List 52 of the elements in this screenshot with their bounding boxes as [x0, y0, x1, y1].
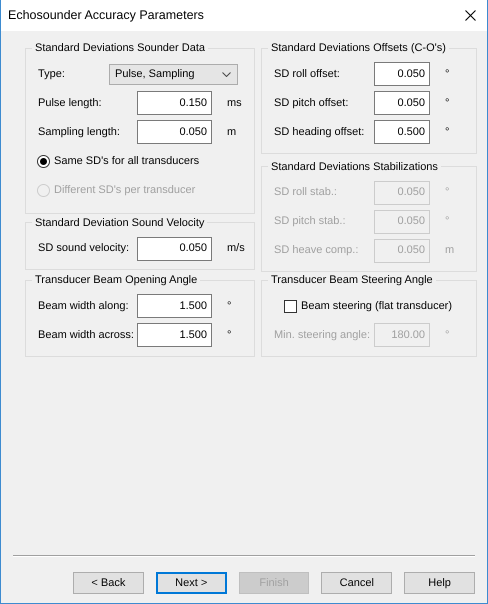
field-label: Beam width along: — [38, 298, 130, 314]
group-title: Transducer Beam Opening Angle — [34, 273, 198, 288]
number-input[interactable]: 1.500 — [137, 294, 212, 318]
field-label: SD pitch stab.: — [274, 214, 347, 230]
chevron-down-icon — [222, 72, 231, 76]
field-label: Type: — [38, 66, 66, 82]
dialog-button[interactable]: < Back — [73, 572, 144, 594]
unit-label: m/s — [226, 241, 242, 256]
window-title: Echosounder Accuracy Parameters — [8, 7, 204, 24]
number-input[interactable]: 0.500 — [374, 120, 430, 144]
group-title: Standard Deviation Sound Velocity — [34, 216, 206, 230]
field-label: SD pitch offset: — [274, 96, 350, 111]
number-input[interactable]: 0.050 — [137, 120, 212, 144]
group-title: Standard Deviations Stabilizations — [270, 160, 439, 174]
number-input[interactable]: 0.150 — [137, 91, 212, 115]
radio-icon — [37, 184, 50, 196]
unit-label: ° — [444, 66, 450, 82]
dialog-button[interactable]: Next > — [156, 572, 227, 594]
field-label: SD heave comp.: — [274, 243, 360, 258]
field-label: SD heading offset: — [274, 124, 366, 140]
unit-label: m — [226, 124, 238, 140]
number-input[interactable]: 0.050 — [374, 62, 430, 86]
unit-label: ° — [226, 298, 232, 314]
dialog-button[interactable]: Cancel — [321, 572, 392, 594]
checkbox-icon — [284, 300, 297, 312]
radio-button[interactable]: Same SD's for all transducers — [37, 152, 200, 170]
group-title: Standard Deviations Offsets (C-O's) — [270, 41, 447, 56]
field-label: Sampling length: — [38, 124, 121, 140]
field-label: Min. steering angle: — [274, 328, 371, 343]
unit-label: ° — [444, 185, 450, 200]
dialog-button[interactable]: Help — [404, 572, 475, 594]
number-input[interactable]: 0.050 — [137, 236, 212, 260]
unit-label: ° — [444, 328, 450, 343]
unit-label: ° — [444, 214, 450, 230]
number-input[interactable]: 1.500 — [137, 323, 212, 347]
unit-label: ° — [226, 328, 232, 343]
close-icon[interactable] — [465, 10, 476, 21]
unit-label: ° — [444, 124, 450, 140]
unit-label: m — [444, 243, 456, 258]
number-input[interactable]: 0.050 — [374, 91, 430, 115]
field-label: SD roll stab.: — [274, 185, 338, 200]
type-dropdown[interactable]: Pulse, Sampling — [109, 64, 238, 84]
unit-label: ms — [226, 96, 242, 111]
field-label: SD roll offset: — [274, 66, 341, 82]
unit-label: ° — [444, 96, 450, 111]
group-title: Transducer Beam Steering Angle — [270, 273, 434, 288]
field-label: Pulse length: — [38, 96, 103, 111]
field-label: SD sound velocity: — [38, 241, 130, 256]
group-title: Standard Deviations Sounder Data — [34, 41, 206, 56]
field-label: Beam width across: — [38, 328, 135, 343]
radio-icon — [37, 154, 50, 168]
checkbox[interactable]: Beam steering (flat transducer) — [284, 298, 452, 314]
